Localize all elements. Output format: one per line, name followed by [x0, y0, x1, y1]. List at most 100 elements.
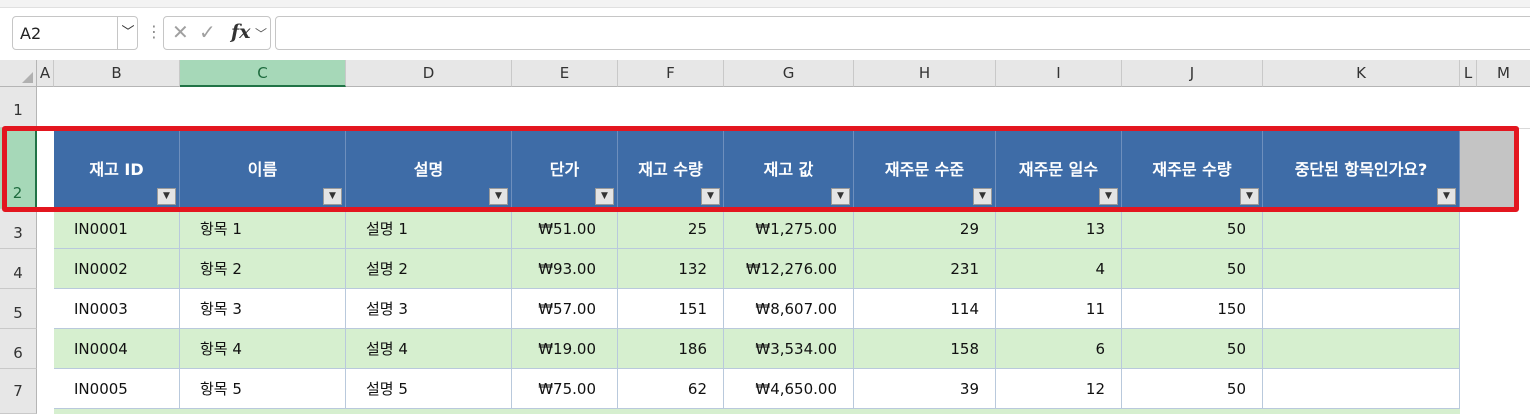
- table-cell[interactable]: 39: [854, 369, 996, 409]
- column-header-a[interactable]: A: [37, 60, 54, 87]
- table-cell[interactable]: IN0004: [54, 329, 180, 369]
- table-cell[interactable]: ₩19.00: [512, 329, 618, 369]
- cell-l2[interactable]: [1460, 131, 1514, 208]
- column-header-m[interactable]: M: [1477, 60, 1530, 87]
- cancel-icon[interactable]: ✕: [172, 20, 189, 44]
- table-cell[interactable]: 설명 5: [346, 369, 512, 409]
- filter-dropdown-icon[interactable]: ▼: [323, 188, 342, 205]
- header-label: 재고 수량: [638, 160, 703, 179]
- table-header-reorder-qty[interactable]: 재주문 수량 ▼: [1122, 131, 1263, 208]
- column-header-g[interactable]: G: [724, 60, 854, 87]
- name-box[interactable]: A2 ﹀: [12, 16, 138, 50]
- table-cell[interactable]: 151: [618, 289, 724, 329]
- column-header-e[interactable]: E: [512, 60, 618, 87]
- column-header-d[interactable]: D: [346, 60, 512, 87]
- table-cell[interactable]: [1263, 249, 1460, 289]
- table-cell[interactable]: 62: [618, 369, 724, 409]
- table-cell[interactable]: IN0005: [54, 369, 180, 409]
- table-cell[interactable]: 231: [854, 249, 996, 289]
- table-cell[interactable]: 항목 3: [180, 289, 346, 329]
- table-cell[interactable]: [1263, 369, 1460, 409]
- table-cell[interactable]: [1263, 289, 1460, 329]
- table-cell[interactable]: ₩4,650.00: [724, 369, 854, 409]
- row-header-4[interactable]: 4: [0, 249, 37, 289]
- check-icon[interactable]: ✓: [199, 20, 216, 44]
- table-cell[interactable]: 설명 4: [346, 329, 512, 369]
- table-header-name[interactable]: 이름 ▼: [180, 131, 346, 208]
- table-cell[interactable]: ₩57.00: [512, 289, 618, 329]
- column-header-l[interactable]: L: [1460, 60, 1477, 87]
- table-cell[interactable]: 50: [1122, 209, 1263, 249]
- table-cell[interactable]: 4: [996, 249, 1122, 289]
- table-cell[interactable]: IN0002: [54, 249, 180, 289]
- filter-dropdown-icon[interactable]: ▼: [831, 188, 850, 205]
- table-cell[interactable]: 6: [996, 329, 1122, 369]
- formula-input[interactable]: [275, 16, 1530, 50]
- table-cell[interactable]: 132: [618, 249, 724, 289]
- column-header-j[interactable]: J: [1122, 60, 1263, 87]
- table-cell[interactable]: 29: [854, 209, 996, 249]
- table-cell[interactable]: [1263, 329, 1460, 369]
- table-cell[interactable]: 186: [618, 329, 724, 369]
- table-header-reorder-days[interactable]: 재주문 일수 ▼: [996, 131, 1122, 208]
- table-cell[interactable]: 150: [1122, 289, 1263, 329]
- table-cell[interactable]: 항목 4: [180, 329, 346, 369]
- table-cell[interactable]: 항목 5: [180, 369, 346, 409]
- column-header-b[interactable]: B: [54, 60, 180, 87]
- table-cell[interactable]: 항목 2: [180, 249, 346, 289]
- filter-dropdown-icon[interactable]: ▼: [973, 188, 992, 205]
- table-header-description[interactable]: 설명 ▼: [346, 131, 512, 208]
- table-cell[interactable]: ₩3,534.00: [724, 329, 854, 369]
- chevron-down-icon[interactable]: ﹀: [255, 25, 267, 42]
- row-header-2[interactable]: 2: [0, 128, 37, 209]
- row-header-3[interactable]: 3: [0, 209, 37, 249]
- table-cell[interactable]: 11: [996, 289, 1122, 329]
- filter-dropdown-icon[interactable]: ▼: [701, 188, 720, 205]
- table-header-discontinued[interactable]: 중단된 항목인가요? ▼: [1263, 131, 1460, 208]
- table-cell[interactable]: 50: [1122, 249, 1263, 289]
- column-header-f[interactable]: F: [618, 60, 724, 87]
- table-header-inventory-id[interactable]: 재고 ID ▼: [54, 131, 180, 208]
- table-cell[interactable]: 설명 2: [346, 249, 512, 289]
- table-header-unit-price[interactable]: 단가 ▼: [512, 131, 618, 208]
- table-cell[interactable]: ₩12,276.00: [724, 249, 854, 289]
- insert-function-icon[interactable]: fx: [231, 21, 251, 43]
- column-header-k[interactable]: K: [1263, 60, 1460, 87]
- row-header-1[interactable]: 1: [0, 87, 37, 128]
- row-header-5[interactable]: 5: [0, 289, 37, 329]
- table-cell[interactable]: 항목 1: [180, 209, 346, 249]
- row-header-6[interactable]: 6: [0, 329, 37, 369]
- table-cell[interactable]: IN0003: [54, 289, 180, 329]
- row-header-7[interactable]: 7: [0, 369, 37, 414]
- chevron-down-icon[interactable]: ﹀: [117, 17, 138, 49]
- filter-dropdown-icon[interactable]: ▼: [489, 188, 508, 205]
- table-cell[interactable]: ₩75.00: [512, 369, 618, 409]
- table-cell[interactable]: IN0001: [54, 209, 180, 249]
- table-header-stock-value[interactable]: 재고 값 ▼: [724, 131, 854, 208]
- table-header-stock-qty[interactable]: 재고 수량 ▼: [618, 131, 724, 208]
- table-cell[interactable]: ₩51.00: [512, 209, 618, 249]
- formula-bar-resize-handle[interactable]: ⋮: [146, 22, 162, 41]
- filter-dropdown-icon[interactable]: ▼: [1240, 188, 1259, 205]
- filter-dropdown-icon[interactable]: ▼: [1099, 188, 1118, 205]
- filter-dropdown-icon[interactable]: ▼: [157, 188, 176, 205]
- table-cell[interactable]: 25: [618, 209, 724, 249]
- table-cell[interactable]: 50: [1122, 329, 1263, 369]
- table-header-reorder-level[interactable]: 재주문 수준 ▼: [854, 131, 996, 208]
- filter-dropdown-icon[interactable]: ▼: [595, 188, 614, 205]
- table-cell[interactable]: 158: [854, 329, 996, 369]
- table-cell[interactable]: ₩1,275.00: [724, 209, 854, 249]
- table-cell[interactable]: 설명 1: [346, 209, 512, 249]
- table-cell[interactable]: ₩93.00: [512, 249, 618, 289]
- table-cell[interactable]: 50: [1122, 369, 1263, 409]
- table-cell[interactable]: 13: [996, 209, 1122, 249]
- table-cell[interactable]: 설명 3: [346, 289, 512, 329]
- table-cell[interactable]: [1263, 209, 1460, 249]
- column-header-i[interactable]: I: [996, 60, 1122, 87]
- column-header-h[interactable]: H: [854, 60, 996, 87]
- table-cell[interactable]: 114: [854, 289, 996, 329]
- column-header-c[interactable]: C: [180, 60, 346, 87]
- table-cell[interactable]: ₩8,607.00: [724, 289, 854, 329]
- table-cell[interactable]: 12: [996, 369, 1122, 409]
- filter-dropdown-icon[interactable]: ▼: [1437, 188, 1456, 205]
